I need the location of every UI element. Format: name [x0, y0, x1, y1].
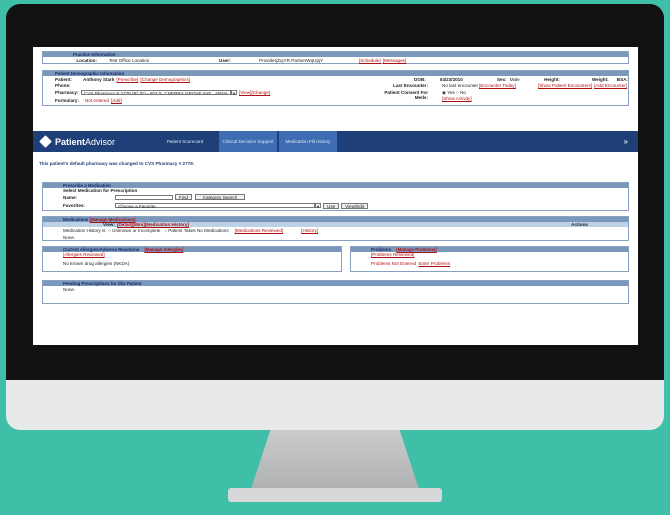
select-med-label: Select Medication for Prescription	[63, 188, 138, 193]
problems-panel: Problems [Manage Problems] [Problems Rev…	[350, 246, 629, 272]
last-encounter-label: Last Encounter:	[393, 82, 428, 88]
add-encounter-link[interactable]: [Add Encounter]	[594, 83, 627, 88]
prescribe-link[interactable]: [Prescribe]	[116, 77, 138, 82]
show-encounters-link[interactable]: [Show Patient Encounters]	[538, 83, 592, 88]
detail-link[interactable]: [Detail]	[117, 222, 133, 227]
tab-clinical-decision-support[interactable]: Clinical Decision Support	[219, 131, 277, 152]
brand-advisor: Advisor	[85, 136, 116, 147]
allergies-panel: Current Allergies/Adverse Reactions [Man…	[42, 246, 342, 272]
pharmacy-select[interactable]: CVS Pharmacy # 2779 (R) (E) - 603 S. CHE…	[81, 89, 231, 95]
name-label: Name:	[63, 194, 78, 200]
user-label: User:	[219, 57, 231, 63]
view-label: View:	[103, 222, 115, 227]
sex-value: Male	[509, 76, 520, 82]
enter-problems-link[interactable]: Enter Problems	[418, 261, 450, 266]
expand-icon[interactable]: »	[624, 137, 628, 146]
consent-no-radio[interactable]: ○	[456, 90, 459, 95]
unknown-label: Unknown or Incomplete	[112, 228, 161, 233]
sex-label: Sex:	[496, 76, 507, 82]
user-value: ProviderjZujYR PartnerWqUpjY	[259, 57, 324, 63]
add-formulary-link[interactable]: [Add]	[111, 98, 122, 103]
patient-advisor-nav: Patient Advisor Patient Scorecard Clinica…	[33, 131, 638, 152]
dob-value: 04/23/2010	[439, 76, 463, 82]
change-demographics-link[interactable]: [Change Demographics]	[140, 77, 190, 82]
patient-label: Patient:	[55, 76, 72, 82]
history-link[interactable]: [History]	[301, 228, 318, 233]
screen: Practice Information Location: Test Offi…	[33, 47, 638, 345]
use-button[interactable]: Use	[323, 202, 340, 209]
view-pharmacy-link[interactable]: [View]	[239, 90, 251, 95]
pending-panel: Pending Prescriptions for this Patient N…	[42, 280, 629, 304]
find-button[interactable]: Find	[175, 194, 192, 200]
monitor-stand	[250, 430, 420, 492]
last-encounter-value: No last encounter	[442, 82, 479, 88]
phone-label: Phone:	[55, 82, 71, 88]
monitor-chin	[6, 380, 664, 430]
no-meds-label: Patient Takes No Medications	[168, 228, 229, 233]
consent-yes-radio[interactable]: ◉	[442, 90, 446, 95]
medications-none: None.	[63, 234, 76, 240]
bsa-label: BSA:	[616, 76, 628, 82]
consent-label: Patient Consent For Meds:	[384, 90, 428, 100]
nkda-text: No known drug allergies (NKDA)	[63, 261, 130, 266]
chevron-down-icon[interactable]: ▾	[231, 89, 237, 96]
allergies-reviewed-link[interactable]: [Allergies Reviewed]	[63, 252, 105, 257]
schedule-link[interactable]: [Schedule]	[359, 58, 381, 63]
pharmacy-label: Pharmacy:	[55, 89, 79, 95]
medications-panel: Medications [Manage Medications] View: […	[42, 216, 629, 241]
category-search-button[interactable]: Category Search	[194, 194, 245, 200]
history-is-label: Medication History is	[63, 228, 106, 233]
consent-yes-label: Yes	[447, 90, 455, 95]
location-label: Location:	[76, 57, 97, 63]
name-input[interactable]	[115, 194, 173, 200]
medications-header: Medications	[63, 217, 89, 222]
tab-patient-scorecard[interactable]: Patient Scorecard	[151, 131, 219, 152]
patient-advisor-logo: Patient Advisor	[39, 135, 151, 148]
practice-info-panel: Practice Information Location: Test Offi…	[42, 51, 629, 64]
prescribe-panel: Prescribe a Medication Select Medication…	[42, 182, 629, 211]
actions-header: Actions	[571, 222, 588, 227]
pending-none: None.	[63, 287, 76, 292]
formulary-label: Formulary:	[55, 98, 79, 103]
problems-reviewed-link[interactable]: [Problems Reviewed]	[371, 252, 414, 257]
favorites-label: Favorites:	[63, 203, 85, 208]
tab-medication-fill-history[interactable]: Medication Fill History	[279, 131, 337, 152]
medication-history-link[interactable]: [Medication History]	[145, 222, 189, 227]
view-edit-button[interactable]: View/Edit	[341, 202, 369, 209]
brand-patient: Patient	[55, 136, 86, 147]
problems-not-entered: Problems Not Entered	[371, 261, 417, 266]
consent-no-label: No	[460, 90, 466, 95]
encounter-today-link[interactable]: [Encounter Today]	[479, 83, 516, 88]
change-pharmacy-link[interactable]: [Change]	[251, 90, 270, 95]
favorites-select[interactable]: Choose a Favorite	[115, 203, 315, 209]
formulary-value: Not entered	[85, 98, 110, 103]
unknown-radio[interactable]: ○	[108, 228, 111, 233]
monitor-base	[228, 488, 442, 502]
diamond-logo-icon	[39, 135, 52, 148]
no-meds-radio[interactable]: ○	[164, 228, 167, 233]
weight-label: Weight:	[591, 76, 609, 82]
pharmacy-notice: This patient's default pharmacy was chan…	[39, 161, 195, 166]
messages-link[interactable]: [Messages]	[383, 58, 407, 63]
demographics-panel: Patient Demographic Information Patient:…	[42, 70, 629, 106]
dob-label: DOB:	[414, 76, 426, 82]
patient-name: Anthony Stark	[83, 76, 115, 82]
show-activity-link[interactable]: [Show Activity]	[442, 96, 472, 101]
manage-allergies-link[interactable]: [Manage Allergies]	[144, 247, 183, 252]
mini-link[interactable]: [Mini]	[133, 222, 145, 227]
location-value: Test Office Location	[109, 57, 150, 63]
height-label: Height:	[544, 76, 560, 82]
medications-reviewed-link[interactable]: [Medications Reviewed]	[235, 228, 284, 233]
chevron-down-icon[interactable]: ▾	[315, 203, 321, 209]
